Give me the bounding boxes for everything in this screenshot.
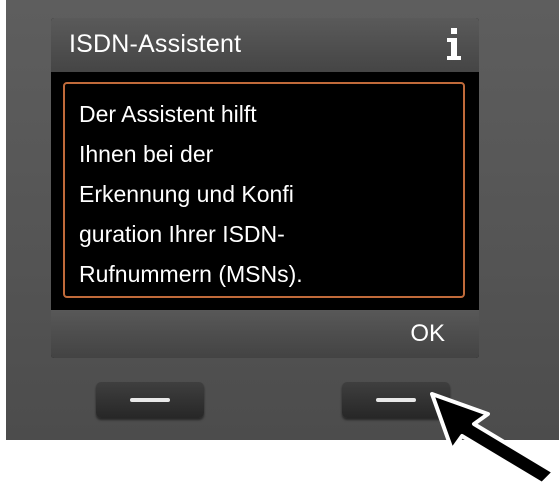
pointer-arrow-icon — [430, 392, 556, 485]
phone-device: ISDN-Assistent Der Assistent hilft Ihnen… — [6, 0, 559, 440]
info-icon — [447, 28, 461, 60]
screen-title: ISDN-Assistent — [69, 30, 242, 58]
left-softkey-button[interactable] — [96, 382, 204, 418]
message-line: Der Assistent hilft — [79, 101, 257, 127]
display-screen: ISDN-Assistent Der Assistent hilft Ihnen… — [51, 18, 479, 358]
message-line: guration Ihrer ISDN- — [79, 221, 285, 247]
softkey-bar: OK — [51, 310, 479, 358]
title-bar: ISDN-Assistent — [51, 18, 479, 72]
key-bar — [376, 398, 416, 402]
message-line: Rufnummern (MSNs). — [79, 261, 303, 287]
message-line: Erkennung und Konfi — [79, 181, 294, 207]
message-line: Ihnen bei der — [79, 141, 214, 167]
key-bar — [130, 398, 170, 402]
message-box: Der Assistent hilft Ihnen bei der Erkenn… — [63, 82, 465, 298]
ok-softkey-label[interactable]: OK — [410, 320, 445, 348]
